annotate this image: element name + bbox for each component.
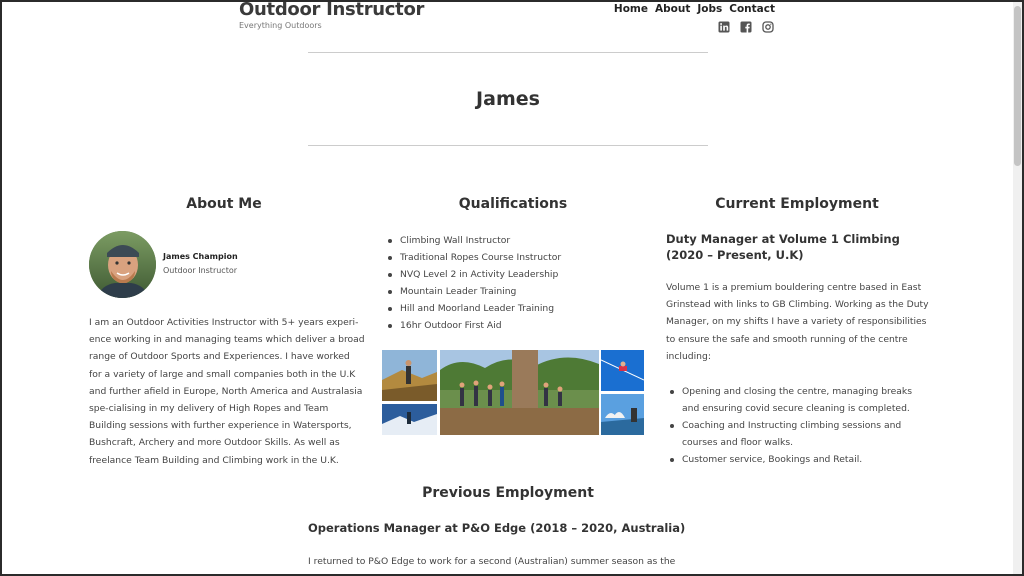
- facebook-icon[interactable]: [740, 21, 752, 33]
- list-item: NVQ Level 2 in Activity Leadership: [386, 266, 561, 283]
- gallery-photo-harbour[interactable]: [601, 394, 644, 435]
- current-job-title: Duty Manager at Volume 1 Climbing (2020 …: [666, 232, 900, 262]
- about-bio: I am an Outdoor Activities Instructor wi…: [89, 317, 365, 466]
- gallery-photo-snow[interactable]: [382, 404, 437, 435]
- previous-job-title: Operations Manager at P&O Edge (2018 – 2…: [308, 521, 686, 535]
- site-title[interactable]: Outdoor Instructor: [239, 2, 424, 20]
- list-item: Climbing Wall Instructor: [386, 232, 561, 249]
- nav-about[interactable]: About: [655, 3, 690, 15]
- list-item: Coaching and Instructing climbing sessio…: [668, 417, 930, 451]
- previous-employment-heading: Previous Employment: [422, 485, 594, 501]
- scrollbar-thumb[interactable]: [1014, 6, 1021, 166]
- gallery-photo-ropes-course[interactable]: [440, 350, 599, 435]
- title-divider-top: [308, 52, 708, 53]
- list-item: 16hr Outdoor First Aid: [386, 317, 561, 334]
- qualifications-list: Climbing Wall Instructor Traditional Rop…: [386, 232, 561, 334]
- author-name: James Champion: [163, 252, 238, 261]
- title-divider-bottom: [308, 145, 708, 146]
- qualifications-heading: Qualifications: [458, 196, 568, 212]
- author-role: Outdoor Instructor: [163, 266, 238, 275]
- list-item: Opening and closing the centre, managing…: [668, 383, 930, 417]
- list-item: Customer service, Bookings and Retail.: [668, 451, 930, 468]
- linkedin-icon[interactable]: [718, 21, 730, 33]
- page-scrollbar[interactable]: [1013, 2, 1022, 574]
- instagram-icon[interactable]: [762, 21, 774, 33]
- about-heading: About Me: [186, 196, 262, 212]
- avatar: [89, 231, 156, 298]
- list-item: Hill and Moorland Leader Training: [386, 300, 561, 317]
- previous-job-description: I returned to P&O Edge to work for a sec…: [308, 556, 676, 567]
- nav-jobs[interactable]: Jobs: [697, 3, 722, 15]
- current-employment-heading: Current Employment: [715, 196, 879, 212]
- nav-contact[interactable]: Contact: [729, 3, 775, 15]
- current-job-description: Volume 1 is a premium bouldering centre …: [666, 282, 929, 362]
- gallery-photo-hiker[interactable]: [382, 350, 437, 401]
- gallery-photo-zipline[interactable]: [601, 350, 644, 391]
- list-item: Mountain Leader Training: [386, 283, 561, 300]
- browser-viewport: Outdoor Instructor Everything Outdoors H…: [2, 2, 1022, 574]
- social-links: [718, 21, 774, 33]
- nav-home[interactable]: Home: [614, 3, 648, 15]
- list-item: Traditional Ropes Course Instructor: [386, 249, 561, 266]
- main-nav: Home About Jobs Contact: [614, 3, 775, 15]
- page-title: James: [476, 88, 540, 110]
- site-tagline: Everything Outdoors: [239, 21, 322, 30]
- current-duties-list: Opening and closing the centre, managing…: [668, 383, 930, 468]
